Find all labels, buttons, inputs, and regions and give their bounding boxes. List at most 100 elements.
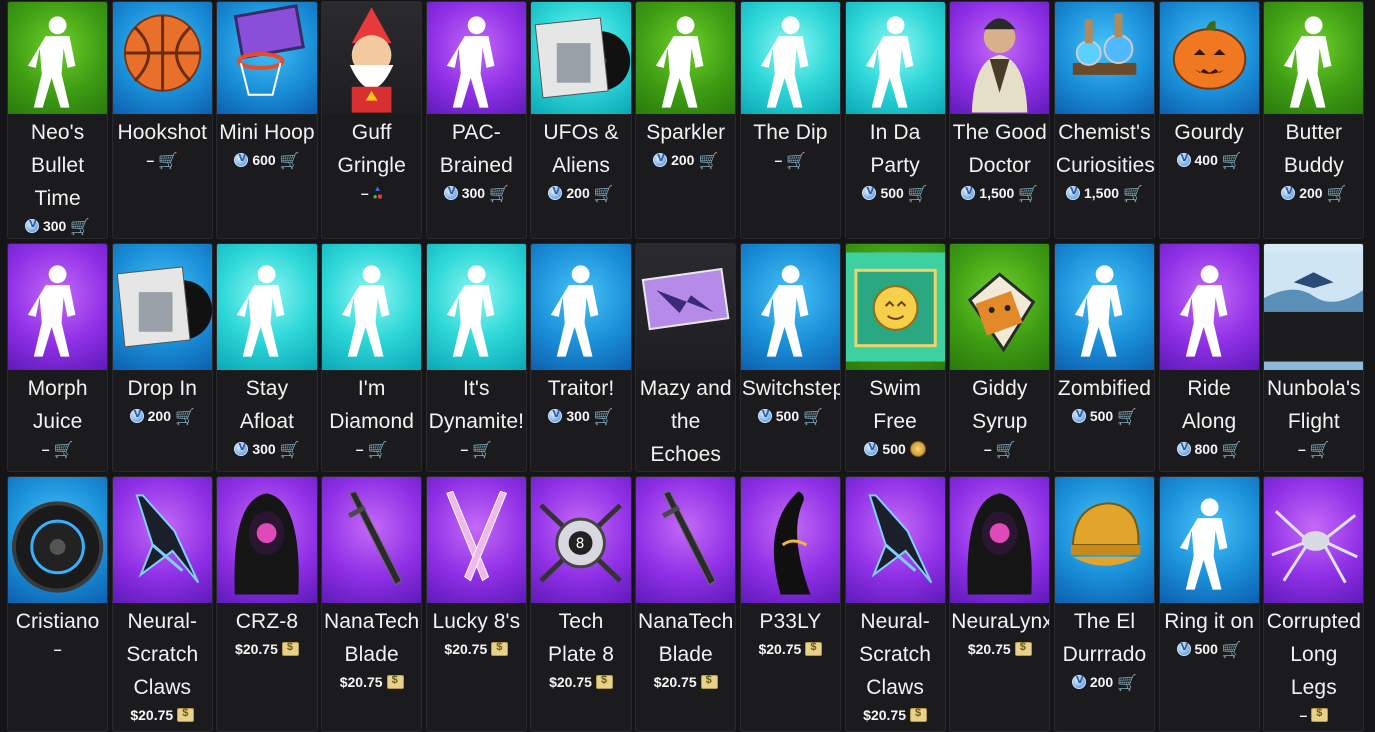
shop-item-chemist-s-curiosities[interactable]: Chemist's Curiosities 1,500🛒 [1053, 1, 1156, 239]
cash-icon[interactable] [700, 674, 718, 689]
cart-icon[interactable]: 🛒 [786, 151, 806, 170]
item-name: Drop In [127, 377, 198, 400]
item-price: –🛒 [322, 438, 421, 460]
item-name: Tech Plate 8 [547, 610, 615, 666]
cart-icon[interactable]: 🛒 [280, 440, 300, 459]
shop-item-gourdy[interactable]: Gourdy 400🛒 [1158, 1, 1260, 239]
cash-icon[interactable] [1311, 707, 1329, 722]
cart-icon[interactable]: 🛒 [70, 217, 90, 236]
item-thumbnail [740, 2, 840, 114]
shop-item-stay-afloat[interactable]: Stay Afloat 300🛒 [216, 243, 318, 472]
cart-icon[interactable]: 🛒 [594, 407, 614, 426]
cash-icon[interactable] [281, 641, 299, 656]
cart-icon[interactable]: 🛒 [368, 440, 388, 459]
cart-icon[interactable]: 🛒 [803, 407, 823, 426]
shop-item-p33ly[interactable]: P33LY $20.75 [739, 476, 841, 732]
price-value: 300 [42, 218, 67, 234]
shop-item-nunbola-s-flight[interactable]: Nunbola's Flight – 🛒 [1263, 243, 1365, 472]
item-name: The El Durrrado [1062, 610, 1147, 666]
cash-icon[interactable] [386, 674, 404, 689]
cart-icon[interactable]: 🛒 [1222, 440, 1242, 459]
shop-item-neuralynx[interactable]: NeuraLynx $20.75 [949, 476, 1051, 732]
shop-item-corrupted-long-legs[interactable]: Corrupted Long Legs – [1263, 476, 1365, 732]
price-value: 400 [1194, 152, 1218, 168]
shop-item-sparkler[interactable]: Sparkler 200🛒 [635, 1, 737, 239]
price-value: 600 [252, 152, 276, 168]
cart-icon[interactable]: 🛒 [54, 440, 74, 459]
cart-icon[interactable]: 🛒 [1117, 673, 1137, 692]
shop-item-drop-in[interactable]: Drop In 200🛒 [111, 243, 213, 472]
cart-icon[interactable]: 🛒 [175, 407, 195, 426]
item-thumbnail [8, 2, 108, 114]
shop-item-tech-plate-8[interactable]: 8 Tech Plate 8 $20.75 [530, 476, 632, 732]
item-thumbnail [322, 244, 422, 370]
cash-icon[interactable] [910, 707, 927, 722]
shop-item-neural-scratch-claws[interactable]: Neural-Scratch Claws $20.75 [111, 476, 213, 732]
shop-item-the-good-doctor[interactable]: The Good Doctor 1,500🛒 [949, 1, 1051, 239]
cart-icon[interactable]: 🛒 [489, 184, 509, 203]
item-thumbnail [950, 244, 1050, 370]
item-price: –🛒 [8, 438, 107, 460]
cart-icon[interactable]: 🛒 [472, 440, 492, 459]
shop-item-zombified[interactable]: Zombified 500🛒 [1053, 243, 1156, 472]
cart-icon[interactable]: 🛒 [1018, 184, 1038, 203]
cash-icon[interactable] [595, 674, 613, 689]
cart-icon[interactable]: 🛒 [1117, 407, 1137, 426]
item-name: NanaTech Blade [638, 610, 734, 666]
item-thumbnail [740, 477, 840, 603]
cart-icon[interactable]: 🛒 [1222, 151, 1242, 170]
item-name: UFOs & Aliens [543, 121, 619, 177]
cart-icon[interactable]: 🛒 [158, 151, 178, 170]
cash-icon[interactable] [491, 641, 509, 656]
shop-item-guff-gringle[interactable]: Guff Gringle – ▲ ●■ [321, 1, 423, 239]
shop-item-ufos-aliens[interactable]: UFOs & Aliens 200🛒 [530, 1, 632, 239]
shop-item-the-el-durrrado[interactable]: The El Durrrado 200🛒 [1053, 476, 1156, 732]
cart-icon[interactable]: 🛒 [698, 151, 718, 170]
shop-item-the-dip[interactable]: The Dip – 🛒 [739, 1, 841, 239]
cart-icon[interactable]: 🛒 [908, 184, 928, 203]
shop-item-giddy-syrup[interactable]: Giddy Syrup – 🛒 [949, 243, 1051, 472]
shop-item-in-da-party[interactable]: In Da Party 500🛒 [844, 1, 946, 239]
shop-item-butter-buddy[interactable]: Butter Buddy 200🛒 [1263, 1, 1365, 239]
shop-item-switchstep[interactable]: Switchstep 500🛒 [739, 243, 841, 472]
shop-item-i-m-diamond[interactable]: I'm Diamond – 🛒 [321, 243, 423, 472]
shop-item-neo-s-bullet-time[interactable]: Neo's Bullet Time 300🛒 [7, 1, 109, 239]
cart-icon[interactable]: 🛒 [1222, 640, 1242, 659]
item-name: Nunbola's Flight [1267, 377, 1361, 433]
vbucks-icon [129, 409, 144, 423]
item-thumbnail [112, 244, 212, 370]
cart-icon[interactable]: 🛒 [996, 440, 1016, 459]
shop-item-pac-brained[interactable]: PAC-Brained 300🛒 [425, 1, 527, 239]
shop-item-crz-8[interactable]: CRZ-8 $20.75 [216, 476, 318, 732]
price-value: 200 [1299, 185, 1323, 201]
shop-item-swim-free[interactable]: Swim Free 500 [844, 243, 946, 472]
cart-icon[interactable]: 🛒 [1327, 184, 1347, 203]
item-price: – [1264, 704, 1363, 726]
shop-item-mazy-and-the-echoes[interactable]: Mazy and the Echoes –🛒 [635, 243, 737, 472]
shop-item-traitor[interactable]: Traitor! 300🛒 [530, 243, 632, 472]
shop-item-hookshot[interactable]: Hookshot – 🛒 [111, 1, 213, 239]
cart-icon[interactable]: 🛒 [1123, 184, 1143, 203]
cash-icon[interactable] [805, 641, 823, 656]
item-price: –🛒 [1264, 438, 1363, 460]
cash-icon[interactable] [1014, 641, 1032, 656]
shop-item-morph-juice[interactable]: Morph Juice – 🛒 [7, 243, 109, 472]
price-value: 500 [1089, 408, 1114, 424]
shop-item-it-s-dynamite[interactable]: It's Dynamite! – 🛒 [425, 243, 527, 472]
shop-item-neural-scratch-claws[interactable]: Neural-Scratch Claws $20.75 [844, 476, 946, 732]
shop-item-cristiano[interactable]: Cristiano – [7, 476, 109, 732]
cart-icon[interactable]: 🛒 [280, 151, 300, 170]
cart-icon[interactable]: 🛒 [1310, 440, 1330, 459]
shop-item-ring-it-on[interactable]: Ring it on 500🛒 [1158, 476, 1260, 732]
shop-item-ride-along[interactable]: Ride Along 800🛒 [1158, 243, 1260, 472]
shop-item-nanatech-blade[interactable]: NanaTech Blade $20.75 [635, 476, 737, 732]
shop-item-mini-hoop[interactable]: Mini Hoop 600🛒 [216, 1, 318, 239]
item-thumbnail: 8 [531, 477, 631, 603]
cash-icon[interactable] [177, 707, 195, 722]
price-value: – [53, 641, 62, 657]
item-price: 200🛒 [636, 149, 735, 171]
shop-item-nanatech-blade[interactable]: NanaTech Blade $20.75 [321, 476, 423, 732]
cart-icon[interactable]: 🛒 [594, 184, 614, 203]
shop-item-lucky-8-s[interactable]: Lucky 8's $20.75 [425, 476, 527, 732]
price-value: – [41, 441, 50, 457]
